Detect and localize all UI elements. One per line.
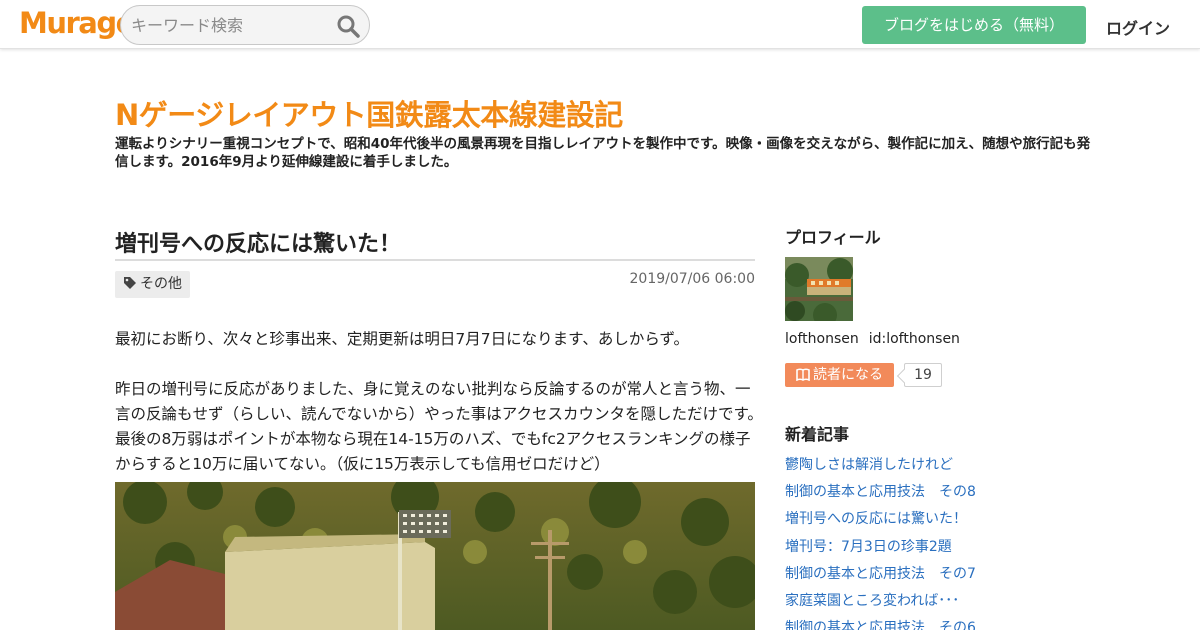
recent-post-link[interactable]: 制御の基本と応用技法 その6 (785, 615, 976, 630)
article-title[interactable]: 増刊号への反応には驚いた！ (115, 226, 401, 258)
title-divider (115, 259, 755, 261)
follow-button-label: 読者になる (813, 367, 883, 383)
category-tag-label: その他 (140, 276, 182, 292)
recent-post-link[interactable]: 増刊号への反応には驚いた！ (785, 506, 976, 533)
category-tag[interactable]: その他 (115, 271, 190, 298)
login-link[interactable]: ログイン (1106, 15, 1170, 39)
profile-user: lofthonsen id:lofthonsen (785, 331, 970, 347)
search-icon[interactable] (335, 13, 361, 39)
article-date: 2019/07/06 06:00 (629, 271, 756, 287)
start-blog-button[interactable]: ブログをはじめる（無料） (862, 6, 1086, 44)
search-input[interactable] (131, 14, 331, 36)
article-paragraph: 昨日の増刊号に反応がありました、身に覚えのない批判なら反論するのが常人と言う物、… (115, 380, 771, 473)
book-icon (796, 368, 810, 382)
avatar[interactable] (785, 257, 853, 321)
article-photo[interactable] (115, 482, 755, 630)
recent-post-link[interactable]: 増刊号：7月3日の珍事2題 (785, 534, 976, 561)
top-navbar: Muragon ブログをはじめる（無料） ログイン (0, 0, 1200, 49)
recent-post-link[interactable]: 家庭菜園ところ変われば･･･ (785, 588, 976, 615)
follower-count: 19 (904, 363, 942, 387)
tag-icon (124, 277, 136, 289)
article-paragraph: 最初にお断り、次々と珍事出来、定期更新は明日7月7日になります、あしからず。 (115, 330, 690, 348)
user-id: id:lofthonsen (868, 331, 960, 347)
recent-posts-heading: 新着記事 (785, 425, 850, 444)
recent-post-link[interactable]: 鬱陶しさは解消したけれど (785, 452, 976, 479)
follow-button[interactable]: 読者になる (785, 363, 894, 387)
username-link[interactable]: lofthonsen (785, 331, 859, 347)
profile-heading: プロフィール (785, 228, 881, 247)
search-box (120, 5, 370, 45)
blog-title[interactable]: Nゲージレイアウト国鉄露太本線建設記 (115, 92, 623, 134)
recent-post-link[interactable]: 制御の基本と応用技法 その7 (785, 561, 976, 588)
recent-post-link[interactable]: 制御の基本と応用技法 その8 (785, 479, 976, 506)
recent-posts-list: 鬱陶しさは解消したけれど 制御の基本と応用技法 その8 増刊号への反応には驚いた… (785, 452, 976, 630)
blog-description: 運転よりシナリー重視コンセプトで、昭和40年代後半の風景再現を目指しレイアウトを… (115, 136, 1091, 170)
